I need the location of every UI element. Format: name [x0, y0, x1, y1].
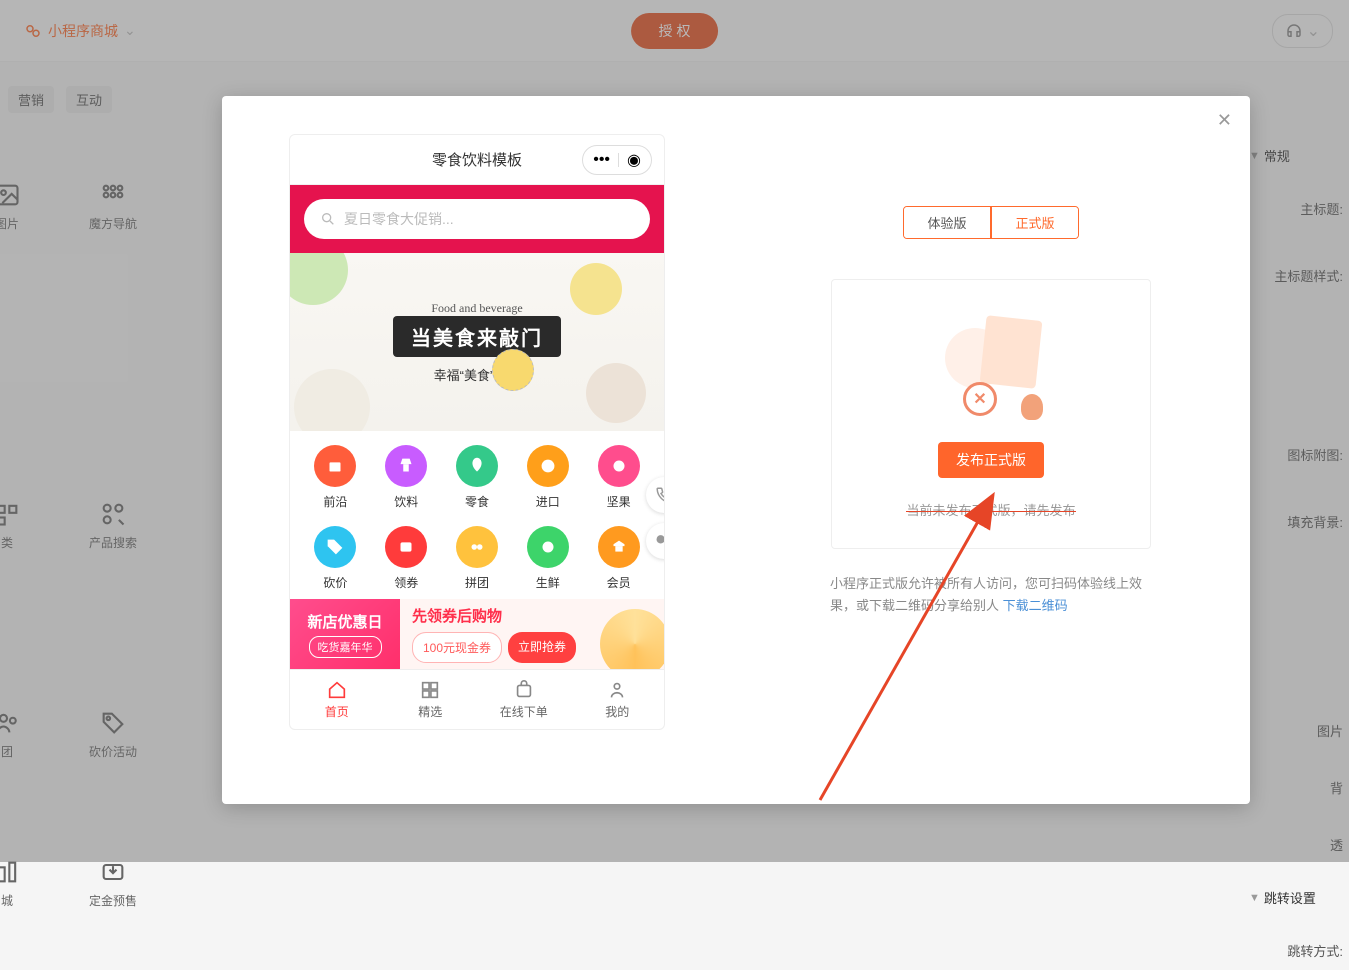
- more-icon: •••: [593, 151, 610, 169]
- category-icon: [395, 455, 417, 477]
- category-零食[interactable]: 零食: [442, 445, 513, 510]
- category-icon: [608, 455, 630, 477]
- publish-release-button[interactable]: 发布正式版: [938, 442, 1044, 478]
- prop-jump-mode: 跳转方式:: [1249, 931, 1349, 970]
- group-jump[interactable]: ▼跳转设置: [1249, 882, 1349, 913]
- close-icon[interactable]: ✕: [1217, 110, 1232, 131]
- city-icon: [0, 858, 21, 886]
- release-card: ✕ 发布正式版 当前未发布正式版，请先发布: [831, 279, 1151, 549]
- category-前沿[interactable]: 前沿: [300, 445, 371, 510]
- coupon-grab-button[interactable]: 立即抢券: [508, 632, 576, 663]
- deposit-icon: [99, 858, 127, 886]
- tabbar-我的[interactable]: 我的: [571, 670, 665, 729]
- category-icon: [324, 536, 346, 558]
- category-icon: [537, 455, 559, 477]
- phone-title: 零食饮料模板: [432, 149, 522, 170]
- download-qrcode-link[interactable]: 下载二维码: [1003, 598, 1068, 613]
- version-tabs: 体验版 正式版: [903, 206, 1079, 239]
- category-领券[interactable]: 领券: [371, 526, 442, 591]
- empty-state-image: ✕: [921, 314, 1061, 424]
- category-icon: [466, 536, 488, 558]
- wechat-float-icon[interactable]: [646, 523, 665, 559]
- category-icon: [324, 455, 346, 477]
- category-icon: [466, 455, 488, 477]
- category-砍价[interactable]: 砍价: [300, 526, 371, 591]
- tab-icon: [606, 679, 628, 701]
- category-坚果[interactable]: 坚果: [583, 445, 654, 510]
- tabbar-精选[interactable]: 精选: [384, 670, 478, 729]
- tab-icon: [419, 679, 441, 701]
- tab-icon: [326, 679, 348, 701]
- category-饮料[interactable]: 饮料: [371, 445, 442, 510]
- search-icon: [320, 211, 336, 227]
- sidebar-item-deposit[interactable]: 定金预售: [68, 858, 158, 909]
- tab-trial[interactable]: 体验版: [904, 207, 991, 238]
- coupon-pill-100[interactable]: 100元现金券: [412, 632, 502, 663]
- banner-image[interactable]: Food and beverage 当美食来敲门 幸福“美食”每刻: [290, 253, 664, 431]
- sidebar-item-city[interactable]: 城: [0, 858, 52, 909]
- publish-modal: 零食饮料模板 ••• ◉ 夏日零食大促销... Food and beverag…: [222, 96, 1250, 804]
- coupon-bar[interactable]: 新店优惠日 吃货嘉年华 先领券后购物 100元现金券 立即抢券: [290, 599, 664, 669]
- category-icon: [608, 536, 630, 558]
- phone-float-icon[interactable]: [646, 477, 665, 513]
- search-placeholder: 夏日零食大促销...: [344, 209, 454, 229]
- release-desc: 小程序正式版允许被所有人访问，您可扫码体验线上效果，或下载二维码分享给别人 下载…: [830, 573, 1152, 617]
- tabbar-在线下单[interactable]: 在线下单: [477, 670, 571, 729]
- search-input[interactable]: 夏日零食大促销...: [304, 199, 650, 239]
- tab-icon: [513, 679, 535, 701]
- phone-preview: 零食饮料模板 ••• ◉ 夏日零食大促销... Food and beverag…: [289, 134, 665, 730]
- miniprogram-controls[interactable]: ••• ◉: [582, 145, 652, 175]
- tabbar-首页[interactable]: 首页: [290, 670, 384, 729]
- category-icon: [395, 536, 417, 558]
- category-拼团[interactable]: 拼团: [442, 526, 513, 591]
- category-生鲜[interactable]: 生鲜: [512, 526, 583, 591]
- publish-hint: 当前未发布正式版，请先发布: [906, 500, 1075, 519]
- target-icon: ◉: [627, 150, 641, 170]
- category-进口[interactable]: 进口: [512, 445, 583, 510]
- category-会员[interactable]: 会员: [583, 526, 654, 591]
- tab-release[interactable]: 正式版: [991, 207, 1078, 238]
- category-icon: [537, 536, 559, 558]
